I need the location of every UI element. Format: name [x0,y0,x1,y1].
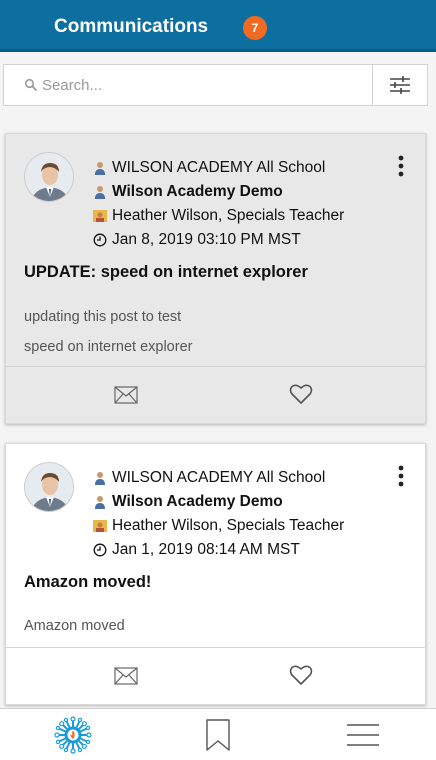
tab-home[interactable] [0,709,145,760]
post-body: Amazon moved [24,611,125,641]
heart-icon[interactable] [289,383,313,405]
sliders-icon [390,76,410,94]
unread-count-badge: 7 [243,16,267,40]
post-body: updating this post to test speed on inte… [24,302,192,362]
post-body-line: Amazon moved [24,618,125,634]
post-author: Heather Wilson, Specials Teacher [112,517,345,534]
filter-button[interactable] [372,65,427,105]
post-actions [6,647,425,704]
person-icon [95,496,105,509]
post-body-line: updating this post to test [24,309,182,325]
more-options-icon[interactable] [395,464,407,490]
search-input[interactable] [42,65,362,105]
author-avatar [24,152,74,202]
person-icon [95,186,105,199]
heart-icon[interactable] [289,664,313,686]
post-actions [6,366,425,423]
clock-icon [93,233,107,247]
tab-bookmarks[interactable] [145,709,290,760]
app-header: Communications 7 [0,0,436,52]
post-date: Jan 8, 2019 03:10 PM MST [112,231,301,248]
post-date: Jan 1, 2019 08:14 AM MST [112,541,300,558]
post-channel: Wilson Academy Demo [112,183,283,200]
post-channel: Wilson Academy Demo [112,493,283,510]
post-title[interactable]: Amazon moved! [24,573,151,592]
person-icon [95,472,105,485]
post-group: WILSON ACADEMY All School [112,469,326,486]
more-options-icon[interactable] [395,154,407,180]
author-avatar [24,462,74,512]
teacher-icon [93,520,107,532]
post-author: Heather Wilson, Specials Teacher [112,207,345,224]
post-title[interactable]: UPDATE: speed on internet explorer [24,263,308,282]
person-icon [95,162,105,175]
clock-icon [93,543,107,557]
envelope-icon[interactable] [114,386,138,404]
tab-menu[interactable] [290,709,435,760]
search-bar [3,64,428,106]
teacher-icon [93,210,107,222]
bookmark-icon [205,719,230,751]
post-card[interactable]: WILSON ACADEMY All School Wilson Academy… [5,443,426,705]
post-card[interactable]: WILSON ACADEMY All School Wilson Academy… [5,133,426,424]
envelope-icon[interactable] [114,667,138,685]
search-icon [24,78,37,91]
post-meta: WILSON ACADEMY All School Wilson Academy… [93,156,344,252]
post-meta: WILSON ACADEMY All School Wilson Academy… [93,466,344,562]
page-title: Communications [54,16,209,37]
virus-logo-icon [53,716,92,754]
post-body-line: speed on internet explorer [24,339,193,355]
post-group: WILSON ACADEMY All School [112,159,326,176]
hamburger-menu-icon [346,724,379,746]
bottom-tab-bar [0,708,436,760]
